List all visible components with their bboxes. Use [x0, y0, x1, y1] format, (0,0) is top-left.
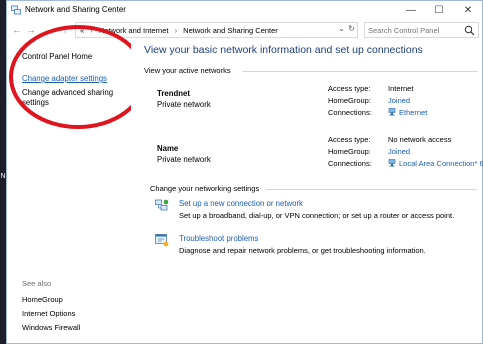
windows-firewall-link[interactable]: Windows Firewall [22, 323, 80, 332]
refresh-icon[interactable]: ↻ [348, 24, 355, 33]
page-title: View your basic network information and … [144, 44, 423, 56]
local-area-connection-label: Local Area Connection* 6 [399, 159, 483, 168]
network-name: Name [157, 144, 179, 153]
chevron-down-icon[interactable]: ⌄ [338, 24, 345, 33]
homegroup-label: HomeGroup: [328, 96, 371, 105]
window-title: Network and Sharing Center [25, 5, 126, 14]
title-bar: Network and Sharing Center — ☐ ✕ [7, 1, 482, 19]
setup-new-connection-description: Set up a broadband, dial-up, or VPN conn… [179, 211, 455, 220]
setup-new-connection-link[interactable]: Set up a new connection or network [179, 199, 303, 208]
divider [242, 71, 477, 72]
search-box[interactable] [364, 22, 479, 38]
address-row: ← → ↑ « › Network and Internet › Network… [7, 19, 482, 41]
change-advanced-sharing-settings-link[interactable]: Change advanced sharing settings [22, 88, 127, 108]
ethernet-connection-link[interactable]: Ethernet [388, 108, 427, 117]
homegroup-joined-link[interactable]: Joined [388, 96, 410, 105]
forward-arrow-icon[interactable]: → [25, 23, 37, 37]
breadcrumb-separator: › [90, 26, 93, 35]
homegroup-label: HomeGroup: [328, 147, 371, 156]
internet-options-link[interactable]: Internet Options [22, 309, 75, 318]
breadcrumb: « › Network and Internet › Network and S… [80, 26, 278, 35]
up-arrow-icon[interactable]: ↑ [59, 23, 71, 37]
troubleshoot-problems-description: Diagnose and repair network problems, or… [179, 246, 426, 255]
control-panel-home-link[interactable]: Control Panel Home [22, 52, 92, 61]
breadcrumb-network-and-internet[interactable]: Network and Internet [99, 26, 169, 35]
maximize-button[interactable]: ☐ [425, 1, 453, 19]
search-input[interactable] [368, 25, 463, 36]
troubleshoot-problems-link[interactable]: Troubleshoot problems [179, 234, 258, 243]
access-type-value: Internet [388, 84, 414, 93]
network-icon [11, 5, 21, 15]
change-adapter-settings-link[interactable]: Change adapter settings [22, 74, 107, 83]
back-arrow-icon[interactable]: ← [11, 23, 23, 37]
active-networks-label: View your active networks [144, 66, 231, 75]
ethernet-label: Ethernet [399, 108, 428, 117]
see-also-label: See also [22, 279, 52, 288]
network-name: Trendnet [157, 89, 190, 98]
change-settings-label: Change your networking settings [150, 184, 260, 193]
homegroup-joined-link[interactable]: Joined [388, 147, 410, 156]
minimize-button[interactable]: — [397, 1, 425, 19]
close-button[interactable]: ✕ [454, 1, 482, 19]
address-bar[interactable]: « › Network and Internet › Network and S… [75, 22, 358, 38]
ethernet-icon [388, 108, 396, 116]
network-sharing-center-window: Network and Sharing Center — ☐ ✕ ← → ↑ «… [6, 0, 483, 344]
search-icon[interactable] [464, 25, 475, 36]
divider [266, 189, 477, 190]
access-type-label: Access type: [328, 84, 371, 93]
ethernet-icon [388, 159, 396, 167]
local-area-connection-link[interactable]: Local Area Connection* 6 [388, 159, 483, 168]
troubleshoot-icon [155, 234, 169, 247]
main-content: View your basic network information and … [131, 41, 483, 343]
network-type: Private network [157, 100, 211, 109]
breadcrumb-network-sharing-center[interactable]: Network and Sharing Center [183, 26, 278, 35]
access-type-value: No network access [388, 135, 452, 144]
homegroup-link[interactable]: HomeGroup [22, 295, 63, 304]
breadcrumb-root-icon[interactable]: « [80, 26, 84, 35]
sidebar: Control Panel Home Change adapter settin… [7, 41, 131, 343]
new-connection-icon [155, 199, 169, 211]
connections-label: Connections: [328, 108, 372, 117]
access-type-label: Access type: [328, 135, 371, 144]
network-type: Private network [157, 155, 211, 164]
connections-label: Connections: [328, 159, 372, 168]
breadcrumb-separator: › [174, 26, 178, 35]
